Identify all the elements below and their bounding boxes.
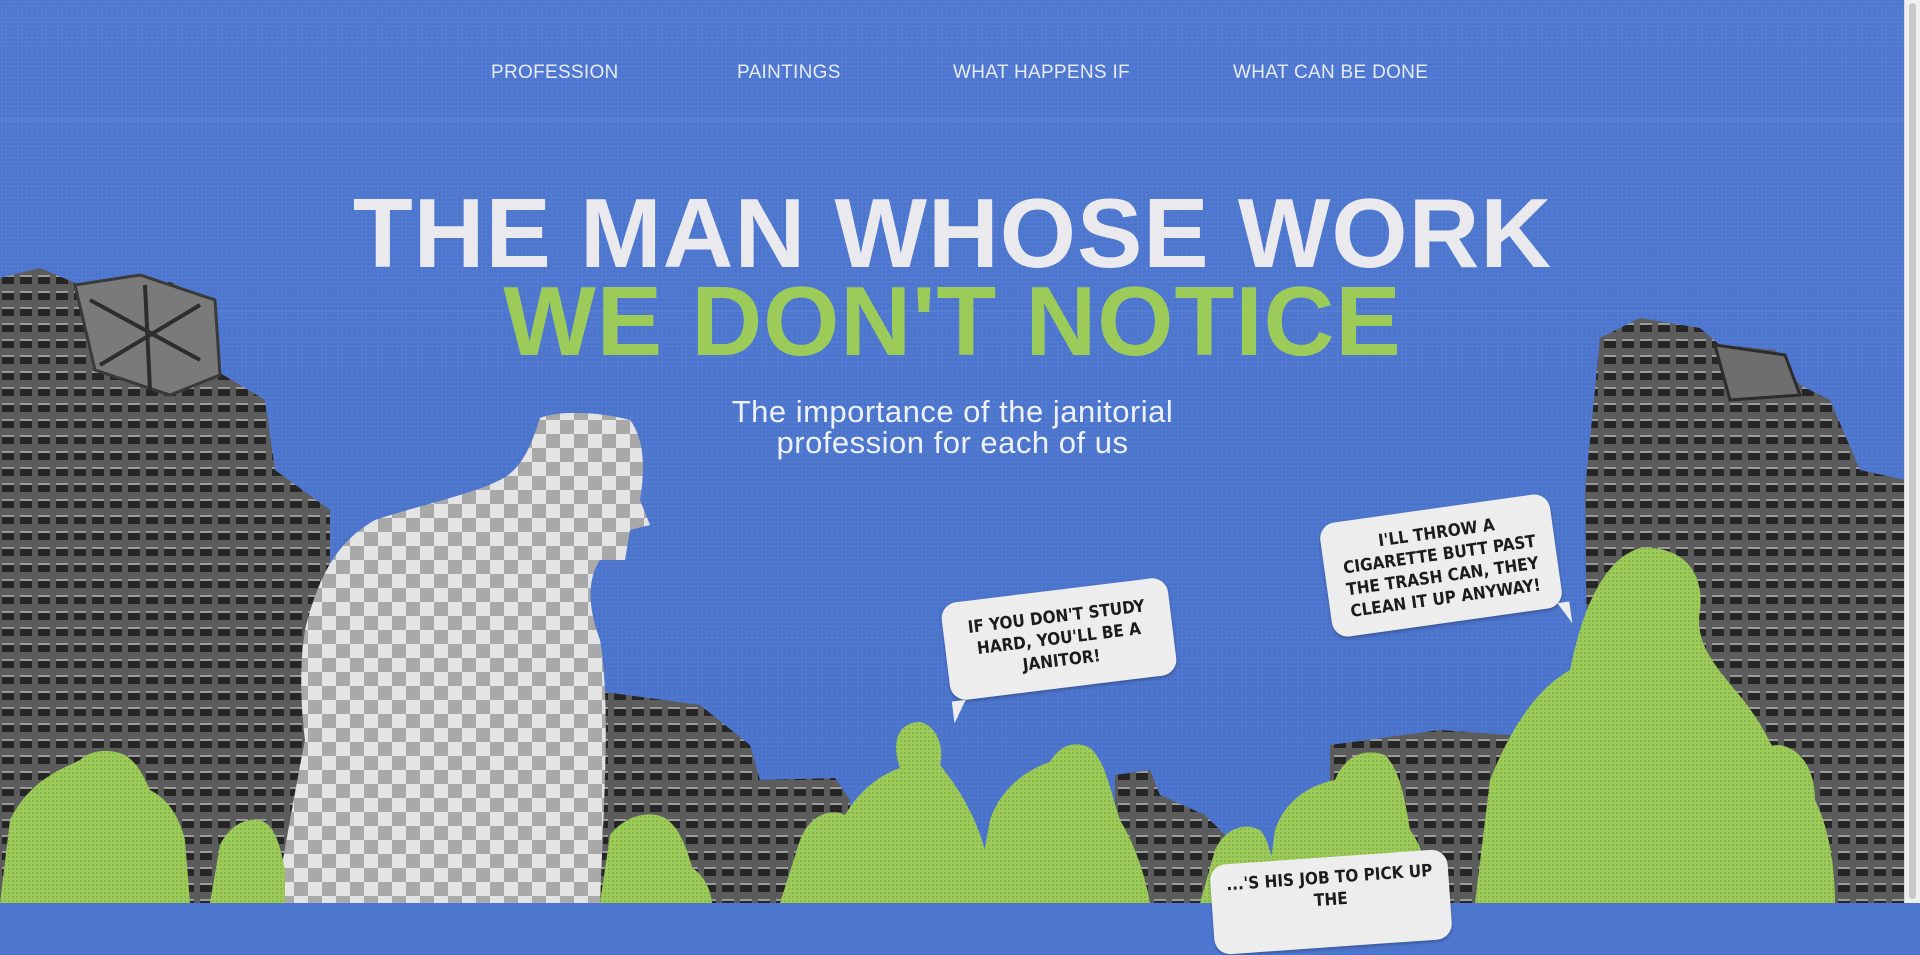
silhouette-figure xyxy=(275,412,650,903)
scrollbar-thumb[interactable] xyxy=(1909,3,1916,899)
collage-illustration xyxy=(0,268,1905,903)
speech-bubble-partial: ...'s his job to pick up the xyxy=(1209,848,1453,955)
scrollbar[interactable] xyxy=(1904,0,1920,903)
